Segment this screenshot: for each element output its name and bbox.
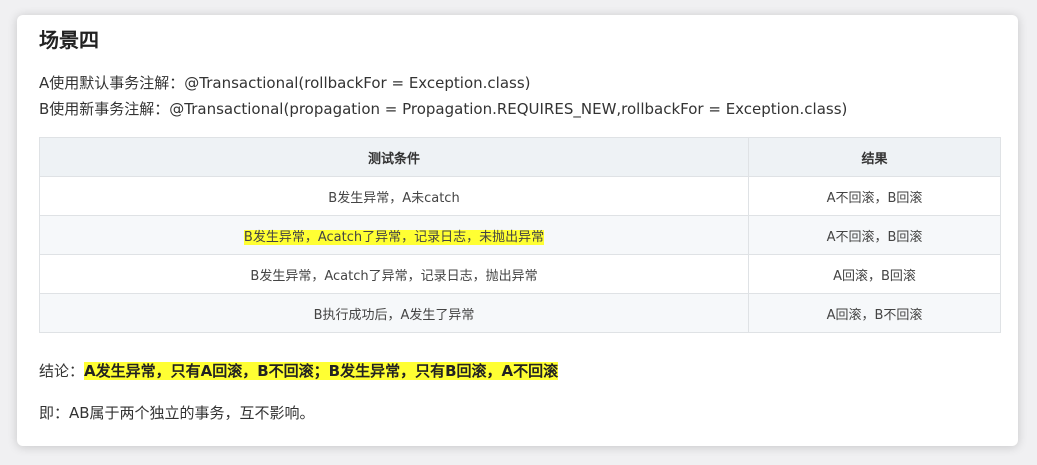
row-condition: B发生异常，A未catch xyxy=(39,176,749,216)
table-row: B发生异常，Acatch了异常，记录日志，抛出异常 A回滚，B回滚 xyxy=(39,254,1001,294)
summary-note: 即：AB属于两个独立的事务，互不影响。 xyxy=(39,404,315,422)
annotation-line-b: B使用新事务注解：@Transactional(propagation = Pr… xyxy=(39,100,848,118)
section-title: 场景四 xyxy=(39,28,99,52)
table-row: B发生异常，A未catch A不回滚，B回滚 xyxy=(39,176,1001,216)
conclusion-highlight: A发生异常，只有A回滚，B不回滚；B发生异常，只有B回滚，A不回滚 xyxy=(84,362,559,380)
conclusion: 结论：A发生异常，只有A回滚，B不回滚；B发生异常，只有B回滚，A不回滚 xyxy=(39,360,559,381)
conclusion-label: 结论： xyxy=(39,362,85,380)
content-card: 场景四 A使用默认事务注解：@Transactional(rollbackFor… xyxy=(17,15,1018,446)
row-result: A回滚，B回滚 xyxy=(748,254,1001,294)
row-result: A不回滚，B回滚 xyxy=(748,176,1001,216)
row-condition: B执行成功后，A发生了异常 xyxy=(39,293,749,333)
header-result: 结果 xyxy=(748,137,1001,177)
table-header-row: 测试条件 结果 xyxy=(39,137,1001,177)
table-row: B执行成功后，A发生了异常 A回滚，B不回滚 xyxy=(39,293,1001,333)
row-condition: B发生异常，Acatch了异常，记录日志，未抛出异常 xyxy=(39,215,749,255)
row-condition: B发生异常，Acatch了异常，记录日志，抛出异常 xyxy=(39,254,749,294)
annotation-line-a: A使用默认事务注解：@Transactional(rollbackFor = E… xyxy=(39,74,531,92)
row-result: A回滚，B不回滚 xyxy=(748,293,1001,333)
highlighted-condition: B发生异常，Acatch了异常，记录日志，未抛出异常 xyxy=(243,229,545,245)
header-condition: 测试条件 xyxy=(39,137,749,177)
row-result: A不回滚，B回滚 xyxy=(748,215,1001,255)
test-results-table: 测试条件 结果 B发生异常，A未catch A不回滚，B回滚 B发生异常，Aca… xyxy=(39,137,1001,333)
table-row: B发生异常，Acatch了异常，记录日志，未抛出异常 A不回滚，B回滚 xyxy=(39,215,1001,255)
